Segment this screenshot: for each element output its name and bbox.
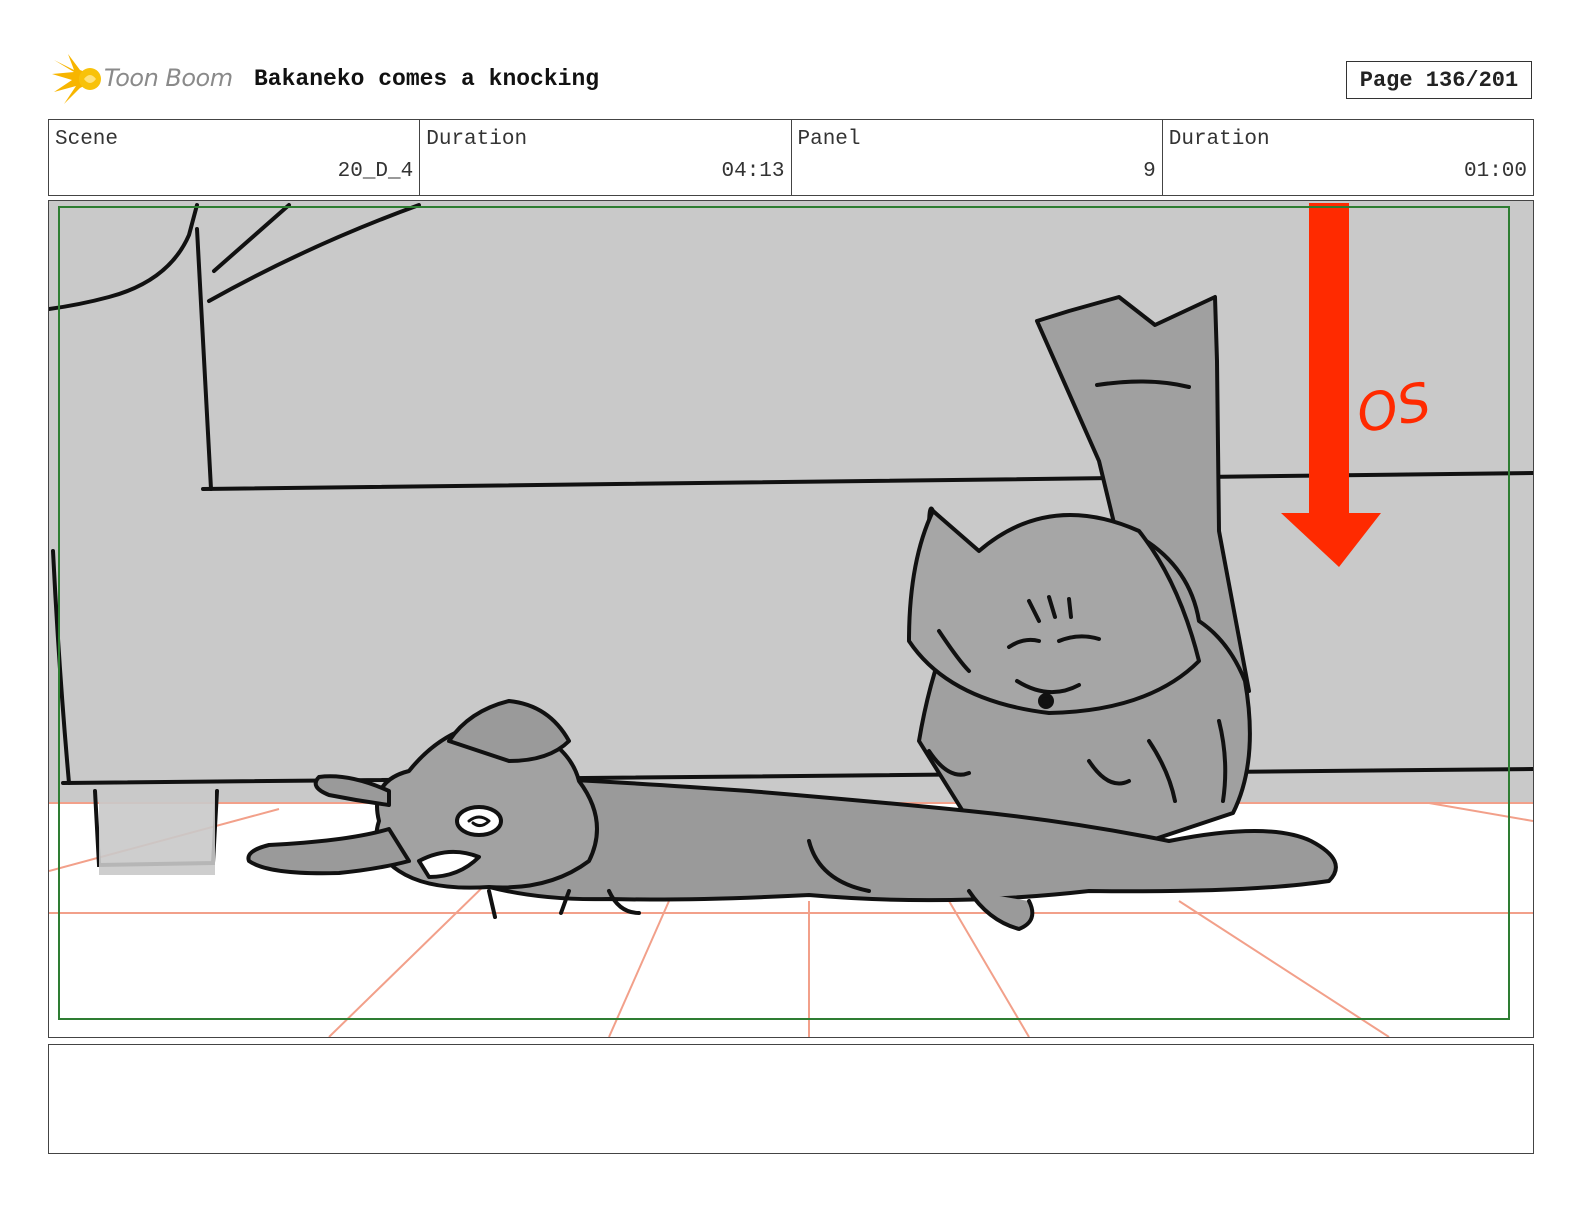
panel-notes-box [48, 1044, 1534, 1154]
starburst-icon [52, 54, 101, 104]
scene-info-table: Scene 20_D_4 Duration 04:13 Panel 9 Dura… [48, 119, 1534, 196]
scene-duration-cell: Duration 04:13 [420, 120, 792, 195]
panel-duration-label: Duration [1168, 128, 1270, 151]
page-counter: Page 136/201 [1346, 61, 1532, 99]
panel-duration-value: 01:00 [1463, 160, 1527, 183]
scene-value: 20_D_4 [337, 160, 414, 183]
page-counter-label: Page 136/201 [1359, 67, 1519, 93]
logo-wordmark: Toon Boom [104, 64, 233, 92]
storyboard-panel: OS [48, 200, 1534, 1038]
panel-duration-cell: Duration 01:00 [1163, 120, 1533, 195]
document-title: Bakaneko comes a knocking [254, 66, 600, 92]
scene-cell: Scene 20_D_4 [49, 120, 421, 195]
scene-duration-value: 04:13 [721, 160, 785, 183]
scene-duration-label: Duration [426, 128, 528, 151]
panel-value: 9 [1143, 160, 1156, 183]
panel-drawing: OS [49, 201, 1533, 1037]
panel-cell: Panel 9 [792, 120, 1163, 195]
furniture-leg [99, 791, 215, 875]
toon-boom-logo: Toon Boom [50, 52, 240, 108]
scene-label: Scene [55, 128, 119, 151]
panel-label: Panel [797, 128, 861, 151]
